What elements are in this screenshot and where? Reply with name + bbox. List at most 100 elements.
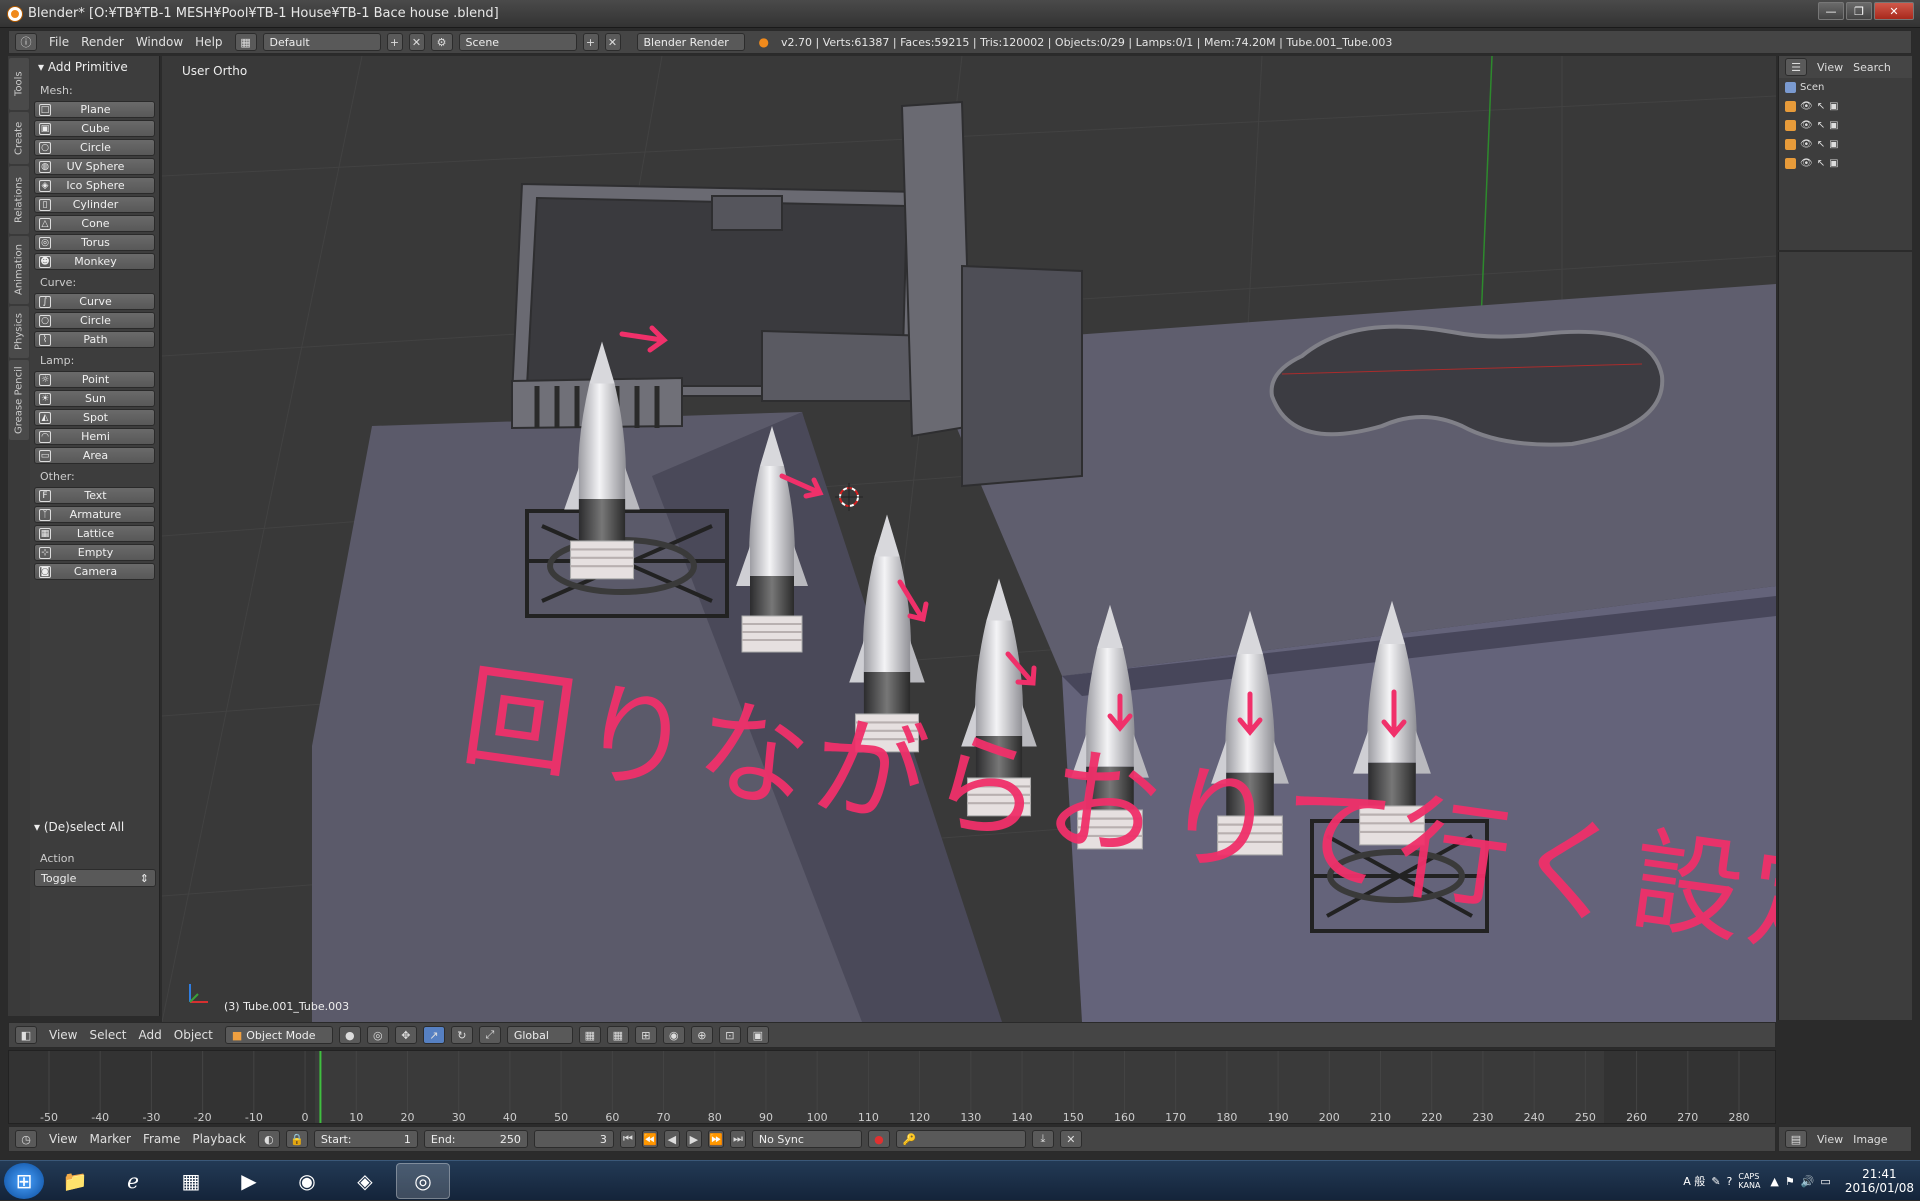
add-curve-button[interactable]: ∫ Curve (34, 293, 155, 310)
lock-camera-icon[interactable]: ⊞ (634, 1026, 657, 1044)
preview-range-icon[interactable]: ◐ (257, 1130, 280, 1148)
3d-view-editor-icon[interactable]: ◧ (15, 1026, 37, 1044)
properties-area[interactable] (1778, 252, 1912, 1020)
end-frame-field[interactable]: End: 250 (423, 1130, 528, 1148)
show-hidden-icons[interactable]: ▲ (1770, 1175, 1778, 1188)
3d-viewport[interactable]: User Ortho (3) Tube.001_Tube.003 回りながらおり… (162, 56, 1776, 1022)
start-button[interactable]: ⊞ (4, 1162, 44, 1199)
tab-physics[interactable]: Physics (9, 306, 29, 358)
tab-tools[interactable]: Tools (9, 58, 29, 110)
tab-relations[interactable]: Relations (9, 166, 29, 234)
info-menu-help[interactable]: Help (189, 33, 228, 51)
add-cone-button[interactable]: △ Cone (34, 215, 155, 232)
camera-render-icon[interactable]: ▣ (1829, 101, 1838, 112)
tab-create[interactable]: Create (9, 112, 29, 164)
scene-icon[interactable]: ⚙ (430, 33, 453, 51)
outliner-row[interactable]: 👁 ↖ ▣ (1779, 135, 1912, 154)
image-view-menu[interactable]: View (1817, 1133, 1843, 1146)
eye-icon[interactable]: 👁 (1800, 158, 1813, 169)
outliner-editor-icon[interactable]: ☰ (1785, 58, 1807, 76)
screen-layout-icon[interactable]: ▦ (234, 33, 257, 51)
viewport-menu-add[interactable]: Add (133, 1026, 168, 1044)
editor-type-info-icon[interactable]: ⓘ (15, 33, 37, 51)
explorer-taskbar-icon[interactable]: 📁 (48, 1163, 102, 1199)
image-menu[interactable]: Image (1853, 1133, 1887, 1146)
maximize-button[interactable]: ❐ (1846, 2, 1872, 20)
add-torus-button[interactable]: ◎ Torus (34, 234, 155, 251)
outliner-scene-row[interactable]: Scen (1779, 78, 1912, 97)
keying-set-field[interactable]: 🔑 (895, 1130, 1026, 1148)
add-empty-button[interactable]: ⊹ Empty (34, 544, 155, 561)
proportional-edit-icon[interactable]: ◉ (662, 1026, 685, 1044)
next-keyframe-icon[interactable]: ⏩ (707, 1130, 724, 1148)
scene-selector[interactable]: Scene (458, 33, 577, 51)
sync-mode-selector[interactable]: No Sync (751, 1130, 862, 1148)
timeline-ruler[interactable]: -50 -40 -30 -20 -10 0 10 20 30 40 50 60 70 80 90 100 110… (9, 1051, 1776, 1124)
render-engine-selector[interactable]: Blender Render (636, 33, 745, 51)
add-text-button[interactable]: F Text (34, 487, 155, 504)
timeline-menu-playback[interactable]: Playback (186, 1130, 252, 1148)
minimize-button[interactable]: — (1818, 2, 1844, 20)
clock[interactable]: 21:41 2016/01/08 (1845, 1167, 1914, 1195)
operator-panel-header[interactable]: ▾ (De)select All (30, 816, 160, 838)
tab-grease-pencil[interactable]: Grease Pencil (9, 360, 29, 440)
current-frame-field[interactable]: 3 (533, 1130, 614, 1148)
timeline-menu-frame[interactable]: Frame (137, 1130, 186, 1148)
jump-end-icon[interactable]: ⏭ (729, 1130, 746, 1148)
transform-orientation-selector[interactable]: Global (506, 1026, 573, 1044)
outliner-view-menu[interactable]: View (1817, 61, 1843, 74)
remove-scene-icon[interactable]: ✕ (604, 33, 621, 51)
tab-animation[interactable]: Animation (9, 236, 29, 304)
camera-render-icon[interactable]: ▣ (1829, 139, 1838, 150)
add-monkey-button[interactable]: ☻ Monkey (34, 253, 155, 270)
remove-layout-icon[interactable]: ✕ (408, 33, 425, 51)
close-button[interactable]: ✕ (1874, 2, 1914, 20)
add-scene-icon[interactable]: + (582, 33, 599, 51)
add-camera-button[interactable]: ◙ Camera (34, 563, 155, 580)
record-icon[interactable]: ● (867, 1130, 890, 1148)
app-taskbar-icon[interactable]: ◈ (338, 1163, 392, 1199)
eye-icon[interactable]: 👁 (1800, 139, 1813, 150)
add-ico-sphere-button[interactable]: ◈ Ico Sphere (34, 177, 155, 194)
action-dropdown[interactable]: Toggle ⇕ (34, 869, 156, 887)
ime-indicator[interactable]: A 般 (1683, 1173, 1705, 1189)
render-preview-icon[interactable]: ▣ (746, 1026, 769, 1044)
info-menu-render[interactable]: Render (75, 33, 130, 51)
timeline-editor-icon[interactable]: ◷ (15, 1130, 37, 1148)
cursor-icon[interactable]: ↖ (1817, 101, 1825, 112)
pivot-point-icon[interactable]: ◎ (366, 1026, 389, 1044)
add-plane-button[interactable]: □ Plane (34, 101, 155, 118)
outliner-row[interactable]: 👁 ↖ ▣ (1779, 97, 1912, 116)
add-uv-sphere-button[interactable]: ◍ UV Sphere (34, 158, 155, 175)
add-hemi-button[interactable]: ◠ Hemi (34, 428, 155, 445)
add-area-button[interactable]: ▭ Area (34, 447, 155, 464)
outliner-search-menu[interactable]: Search (1853, 61, 1891, 74)
add-spot-button[interactable]: ◭ Spot (34, 409, 155, 426)
eye-icon[interactable]: 👁 (1800, 101, 1813, 112)
snap-target-icon[interactable]: ⊡ (718, 1026, 741, 1044)
insert-keyframe-icon[interactable]: ⤓ (1031, 1130, 1054, 1148)
add-primitive-panel-header[interactable]: ▾ Add Primitive (30, 56, 159, 78)
chrome-taskbar-icon[interactable]: ◉ (280, 1163, 334, 1199)
jump-start-icon[interactable]: ⏮ (619, 1130, 636, 1148)
flag-icon[interactable]: ⚑ (1785, 1175, 1795, 1188)
timeline-menu-marker[interactable]: Marker (83, 1130, 136, 1148)
add-armature-button[interactable]: ᛉ Armature (34, 506, 155, 523)
volume-icon[interactable]: 🔊 (1801, 1175, 1815, 1188)
timeline-menu-view[interactable]: View (43, 1130, 83, 1148)
image-editor-icon[interactable]: ▤ (1785, 1130, 1807, 1148)
internet-explorer-taskbar-icon[interactable]: ℯ (106, 1163, 160, 1199)
translate-manipulator-icon[interactable]: ↗ (422, 1026, 445, 1044)
blender-taskbar-icon[interactable]: ◎ (396, 1162, 450, 1199)
manipulator-toggle-icon[interactable]: ✥ (394, 1026, 417, 1044)
add-sun-button[interactable]: ☀ Sun (34, 390, 155, 407)
add-path-button[interactable]: ⌇ Path (34, 331, 155, 348)
eye-icon[interactable]: 👁 (1800, 120, 1813, 131)
lock-icon[interactable]: 🔒 (285, 1130, 308, 1148)
add-circle-button[interactable]: ○ Circle (34, 139, 155, 156)
network-icon[interactable]: ▭ (1820, 1175, 1830, 1188)
outliner-row[interactable]: 👁 ↖ ▣ (1779, 116, 1912, 135)
timeline[interactable]: -50 -40 -30 -20 -10 0 10 20 30 40 50 60 70 80 90 100 110… (8, 1050, 1776, 1124)
cursor-icon[interactable]: ↖ (1817, 139, 1825, 150)
start-frame-field[interactable]: Start: 1 (313, 1130, 418, 1148)
